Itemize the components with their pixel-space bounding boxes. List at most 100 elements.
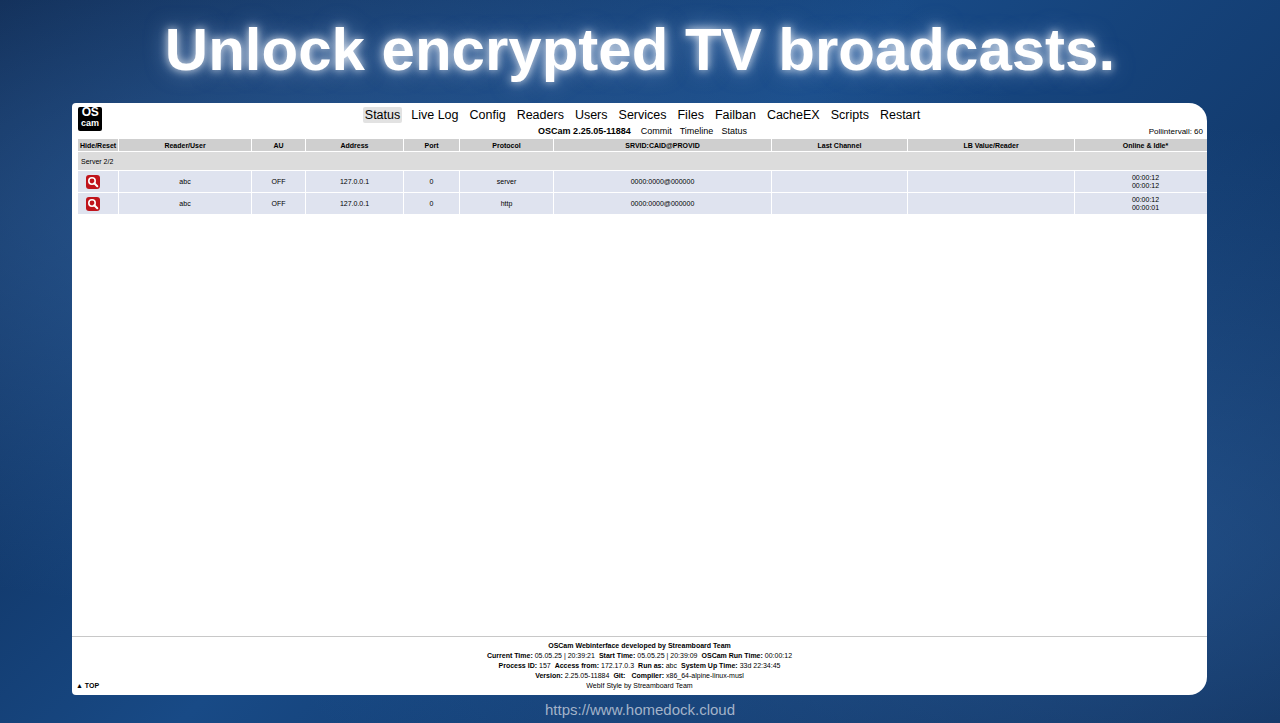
footer-value: 33d 22:34:45 — [740, 662, 781, 669]
online-time: 00:00:12 — [1077, 196, 1207, 204]
footer-value: abc — [666, 662, 677, 669]
footer-value: 172.17.0.3 — [601, 662, 634, 669]
footer-label: OSCam Run Time: — [702, 652, 763, 659]
hide-reset-cell — [78, 193, 118, 214]
sub-link[interactable]: Status — [721, 125, 747, 137]
table-header: Hide/ResetReader/UserAUAddressPortProtoc… — [78, 139, 1207, 151]
footer-label: Run as: — [638, 662, 664, 669]
nav-item[interactable]: Users — [573, 107, 610, 123]
table-row: abcOFF127.0.0.10http0000:0000@00000000:0… — [78, 193, 1207, 214]
reset-magnifier-icon[interactable] — [86, 197, 100, 211]
column-header: Hide/Reset — [78, 139, 118, 151]
column-header: AU — [252, 139, 305, 151]
footer-label: Git: — [613, 672, 625, 679]
nav-item[interactable]: Restart — [878, 107, 922, 123]
group-row: Server 2/2 — [78, 152, 1207, 170]
footer-label: System Up Time: — [681, 662, 738, 669]
footer-pair: Access from: 172.17.0.3 — [555, 662, 634, 669]
header-center: Status Live Log Config Readers Users Services… — [363, 107, 922, 138]
idle-time: 00:00:12 — [1077, 182, 1207, 190]
footer-pair: Compiler: x86_64-alpine-linux-musl — [631, 672, 743, 679]
status-table: Hide/ResetReader/UserAUAddressPortProtoc… — [77, 138, 1207, 215]
poll-cell: Pollintervall: 60 — [922, 107, 1207, 138]
footer-line: Current Time: 05.05.25 | 20:39:21 Start T… — [72, 651, 1207, 661]
table-cell — [772, 171, 907, 192]
footer-style: WebIf Style by Streamboard Team — [586, 681, 692, 691]
nav-item[interactable]: Live Log — [409, 107, 460, 123]
table-cell: http — [460, 193, 553, 214]
table-cell: OFF — [252, 171, 305, 192]
nav-item[interactable]: Failban — [713, 107, 758, 123]
footer-label: Compiler: — [631, 672, 664, 679]
footer-pair: Process ID: 157 — [499, 662, 551, 669]
column-header: SRVID:CAID@PROVID — [554, 139, 771, 151]
footer-label: Start Time: — [599, 652, 635, 659]
sub-link[interactable]: Timeline — [680, 125, 714, 137]
group-label: Server 2/2 — [78, 152, 1207, 170]
idle-time: 00:00:01 — [1077, 204, 1207, 212]
hide-reset-cell — [78, 171, 118, 192]
nav-item[interactable]: CacheEX — [765, 107, 822, 123]
footer-value: 2.25.05-11884 — [565, 672, 610, 679]
reset-magnifier-icon[interactable] — [86, 175, 100, 189]
footer-pair: Version: 2.25.05-11884 — [535, 672, 609, 679]
column-header: Reader/User — [119, 139, 251, 151]
watermark: https://www.homedock.cloud — [0, 695, 1280, 723]
headline: Unlock encrypted TV broadcasts. — [0, 0, 1280, 103]
oscam-logo[interactable]: OScam — [78, 107, 102, 131]
nav-item[interactable]: Files — [675, 107, 705, 123]
table-cell: abc — [119, 171, 251, 192]
nav-item[interactable]: Scripts — [829, 107, 871, 123]
column-header: Protocol — [460, 139, 553, 151]
footer-pair: Start Time: 05.05.25 | 20:39:09 — [599, 652, 698, 659]
table-cell — [772, 193, 907, 214]
header: OScam Status Live Log Config Readers Users Ser… — [78, 103, 1207, 138]
version-title: OSCam 2.25.05-11884 — [538, 125, 631, 137]
table-cell: 0 — [404, 193, 459, 214]
oscam-window: OScam Status Live Log Config Readers Users Ser… — [72, 103, 1207, 695]
table-cell — [908, 171, 1074, 192]
page: Unlock encrypted TV broadcasts. OScam Stat… — [0, 0, 1280, 723]
footer-label: Current Time: — [487, 652, 533, 659]
footer-pair: Run as: abc — [638, 662, 677, 669]
nav-item[interactable]: Readers — [515, 107, 566, 123]
table-cell: 0000:0000@000000 — [554, 171, 771, 192]
footer-credit: OSCam Webinterface developed by Streambo… — [72, 641, 1207, 651]
footer-value: 05.05.25 | 20:39:21 — [535, 652, 595, 659]
nav-item[interactable]: Services — [617, 107, 669, 123]
logo-bottom: cam — [81, 118, 99, 129]
online-time: 00:00:12 — [1077, 174, 1207, 182]
table-cell: OFF — [252, 193, 305, 214]
nav-item[interactable]: Status — [363, 107, 402, 123]
column-header: Address — [306, 139, 403, 151]
online-idle-cell: 00:00:1200:00:12 — [1075, 171, 1207, 192]
table-cell: server — [460, 171, 553, 192]
footer: OSCam Webinterface developed by Streambo… — [72, 636, 1207, 695]
top-link-cell: ▲ TOP — [72, 681, 586, 691]
footer-pair: System Up Time: 33d 22:34:45 — [681, 662, 781, 669]
footer-line: Process ID: 157 Access from: 172.17.0.3 Ru… — [72, 661, 1207, 671]
nav-bar: Status Live Log Config Readers Users Services… — [363, 107, 922, 123]
footer-value: 157 — [539, 662, 551, 669]
footer-pair: Git: — [613, 672, 627, 679]
subheader: OSCam 2.25.05-11884 Commit Timeline Status — [538, 125, 747, 137]
footer-value: 00:00:12 — [765, 652, 792, 659]
table-row: abcOFF127.0.0.10server0000:0000@000000 00… — [78, 171, 1207, 192]
footer-label: Version: — [535, 672, 563, 679]
footer-line: Version: 2.25.05-11884Git: Compiler: x86… — [72, 671, 1207, 681]
table-cell: 127.0.0.1 — [306, 171, 403, 192]
footer-pair: Current Time: 05.05.25 | 20:39:21 — [487, 652, 595, 659]
column-header: Last Channel — [772, 139, 907, 151]
nav-item[interactable]: Config — [468, 107, 508, 123]
table-cell: abc — [119, 193, 251, 214]
top-link[interactable]: ▲ TOP — [76, 682, 99, 689]
empty-area — [78, 215, 1207, 636]
footer-label: Access from: — [555, 662, 599, 669]
footer-label: Process ID: — [499, 662, 538, 669]
footer-last-row: ▲ TOP WebIf Style by Streamboard Team — [72, 681, 1207, 691]
footer-value: x86_64-alpine-linux-musl — [666, 672, 744, 679]
poll-interval: Pollintervall: 60 — [1149, 127, 1203, 136]
table-cell: 0 — [404, 171, 459, 192]
sub-link[interactable]: Commit — [641, 125, 672, 137]
table-cell: 0000:0000@000000 — [554, 193, 771, 214]
